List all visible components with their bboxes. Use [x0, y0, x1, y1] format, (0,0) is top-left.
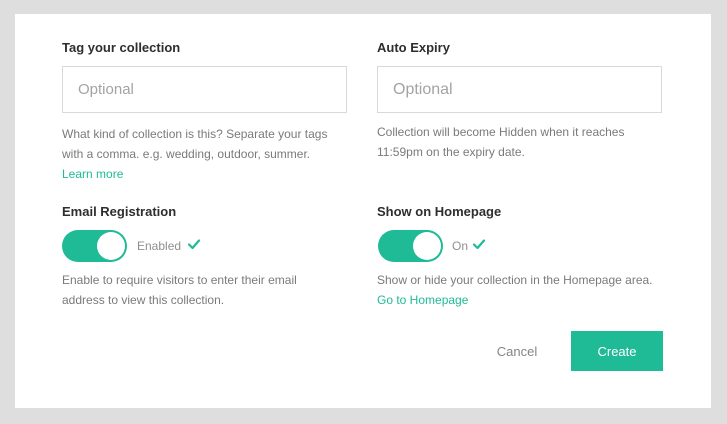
toggle-knob	[97, 232, 125, 260]
auto-expiry-input[interactable]	[377, 66, 662, 113]
email-registration-help: Enable to require visitors to enter thei…	[62, 273, 297, 307]
email-registration-state: Enabled	[137, 239, 182, 253]
email-registration-label: Email Registration	[62, 204, 177, 219]
check-icon	[187, 239, 201, 250]
show-homepage-help: Show or hide your collection in the Home…	[377, 270, 662, 310]
auto-expiry-label: Auto Expiry	[377, 40, 450, 55]
tag-collection-input[interactable]	[62, 66, 347, 113]
cancel-button[interactable]: Cancel	[485, 331, 549, 371]
collection-settings-panel: Tag your collection What kind of collect…	[15, 14, 711, 408]
show-homepage-toggle[interactable]	[378, 230, 443, 262]
show-homepage-state: On	[452, 239, 469, 253]
tag-collection-field: Tag your collection What kind of collect…	[62, 40, 347, 210]
tag-collection-help: What kind of collection is this? Separat…	[62, 124, 347, 184]
show-homepage-label: Show on Homepage	[377, 204, 502, 219]
create-button[interactable]: Create	[571, 331, 663, 371]
email-registration-toggle[interactable]	[62, 230, 127, 262]
auto-expiry-field: Auto Expiry Collection will become Hidde…	[377, 40, 662, 210]
check-icon	[472, 239, 486, 250]
go-to-homepage-link[interactable]: Go to Homepage	[377, 293, 468, 307]
toggle-knob	[413, 232, 441, 260]
tag-collection-help-text: What kind of collection is this? Separat…	[62, 127, 328, 161]
show-homepage-help-text: Show or hide your collection in the Home…	[377, 273, 653, 287]
learn-more-link[interactable]: Learn more	[62, 167, 123, 181]
tag-collection-label: Tag your collection	[62, 40, 181, 55]
auto-expiry-help: Collection will become Hidden when it re…	[377, 125, 625, 159]
